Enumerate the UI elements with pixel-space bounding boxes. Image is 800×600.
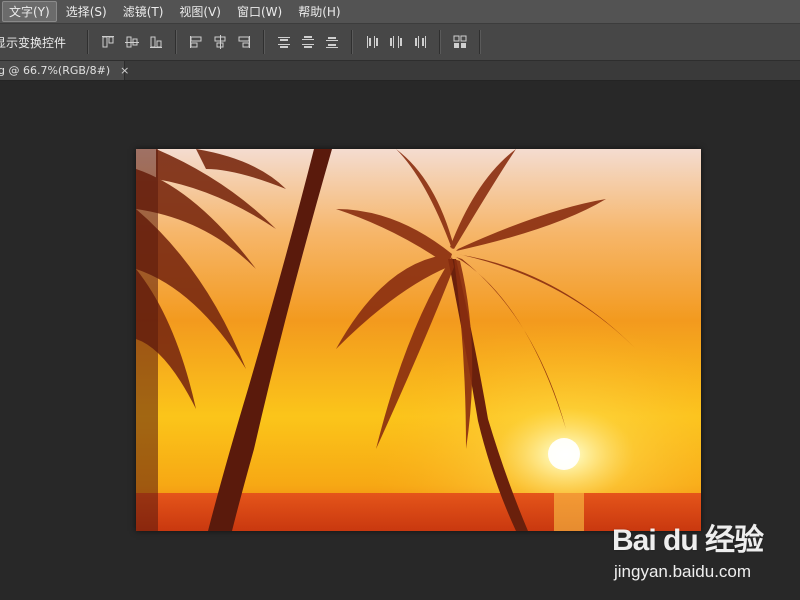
menu-type[interactable]: 文字(Y) [2, 1, 57, 22]
sunset-palm-photo[interactable] [136, 149, 701, 531]
auto-align-layers-icon[interactable] [451, 33, 469, 51]
menu-select[interactable]: 选择(S) [59, 1, 114, 22]
options-bar: 显示变换控件 [0, 24, 800, 61]
separator [479, 30, 482, 54]
align-left-edges-icon[interactable] [187, 33, 205, 51]
align-right-edges-icon[interactable] [235, 33, 253, 51]
show-transform-controls-label: 显示变换控件 [0, 35, 67, 50]
align-vertical-centers-icon[interactable] [123, 33, 141, 51]
align-bottom-edges-icon[interactable] [147, 33, 165, 51]
separator [87, 30, 90, 54]
distribute-horizontal-centers-icon[interactable] [387, 33, 405, 51]
distribute-top-edges-icon[interactable] [275, 33, 293, 51]
document-tab-bar: g @ 66.7%(RGB/8#) × [0, 61, 800, 81]
close-icon[interactable]: × [120, 64, 129, 77]
menu-bar: 文字(Y) 选择(S) 滤镜(T) 视图(V) 窗口(W) 帮助(H) [0, 0, 800, 24]
menu-view[interactable]: 视图(V) [172, 1, 228, 22]
separator [263, 30, 266, 54]
distribute-bottom-edges-icon[interactable] [323, 33, 341, 51]
distribute-left-edges-icon[interactable] [363, 33, 381, 51]
show-transform-controls-checkbox[interactable]: 显示变换控件 [0, 34, 66, 51]
menu-window[interactable]: 窗口(W) [230, 1, 289, 22]
separator [175, 30, 178, 54]
baidu-jingyan-watermark: Bai du 经验 jingyan.baidu.com [612, 515, 797, 595]
document-tab[interactable]: g @ 66.7%(RGB/8#) × [0, 61, 129, 80]
distribute-right-edges-icon[interactable] [411, 33, 429, 51]
watermark-url: jingyan.baidu.com [614, 562, 752, 581]
separator [439, 30, 442, 54]
menu-filter[interactable]: 滤镜(T) [116, 1, 171, 22]
separator [351, 30, 354, 54]
menu-help[interactable]: 帮助(H) [291, 1, 347, 22]
watermark-logo: Bai du 经验 [612, 524, 764, 557]
align-horizontal-centers-icon[interactable] [211, 33, 229, 51]
document-tab-title: g @ 66.7%(RGB/8#) [0, 64, 111, 77]
align-top-edges-icon[interactable] [99, 33, 117, 51]
distribute-vertical-centers-icon[interactable] [299, 33, 317, 51]
